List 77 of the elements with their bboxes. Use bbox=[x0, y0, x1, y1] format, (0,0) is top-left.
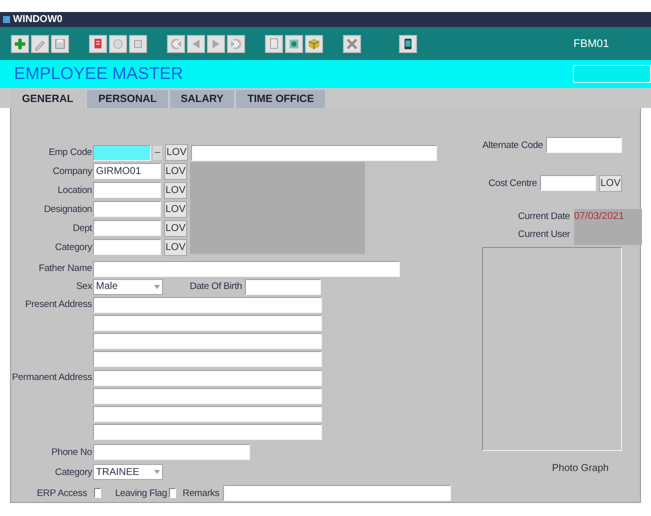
lov-button[interactable]: LOV bbox=[599, 174, 622, 192]
field-label: Dept bbox=[72, 222, 93, 234]
current-date: 07/03/2021 bbox=[574, 210, 624, 222]
tab[interactable]: PERSONAL bbox=[87, 90, 168, 108]
lov-button[interactable]: LOV bbox=[164, 238, 187, 256]
window-title: WINDOW0 bbox=[13, 14, 62, 25]
input-field[interactable] bbox=[93, 315, 322, 332]
lov-button[interactable]: LOV bbox=[165, 144, 188, 162]
field-label: Permanent Address bbox=[11, 372, 93, 384]
input-field[interactable] bbox=[223, 485, 452, 502]
lov-button[interactable]: LOV bbox=[164, 220, 187, 237]
field-label: Sex bbox=[75, 281, 93, 292]
input-field[interactable] bbox=[191, 144, 437, 161]
field-label: Current User bbox=[517, 228, 571, 240]
field-label: Remarks bbox=[182, 488, 220, 499]
field-label: ERP Access bbox=[36, 488, 88, 499]
tab[interactable]: TIME OFFICE bbox=[236, 90, 325, 108]
info-panel bbox=[574, 209, 642, 245]
separator: – bbox=[153, 146, 162, 160]
last-record-icon bbox=[229, 36, 243, 50]
page-icon bbox=[267, 36, 281, 50]
field-label: Designation bbox=[43, 204, 93, 215]
input-field[interactable] bbox=[93, 201, 161, 218]
field-label: Leaving Flag bbox=[114, 488, 168, 499]
input-field[interactable] bbox=[93, 388, 322, 404]
checkbox[interactable] bbox=[94, 488, 102, 498]
input-field[interactable] bbox=[546, 137, 622, 153]
input-field[interactable] bbox=[93, 220, 161, 236]
input-field[interactable] bbox=[93, 351, 322, 368]
field-label: Category bbox=[54, 466, 93, 478]
input-field[interactable] bbox=[93, 260, 400, 277]
caret-icon bbox=[154, 470, 160, 474]
field-label: Emp Code bbox=[48, 147, 93, 158]
lov-button[interactable]: LOV bbox=[164, 200, 187, 218]
first-record-icon bbox=[169, 36, 183, 50]
field-label: Location bbox=[56, 184, 93, 196]
input-field[interactable]: GIRMO01 bbox=[93, 163, 161, 180]
field-label: Phone No bbox=[50, 446, 93, 458]
dropdown[interactable]: Male bbox=[93, 278, 163, 295]
input-field[interactable] bbox=[540, 175, 596, 191]
input-field[interactable] bbox=[93, 370, 322, 386]
toolbar-button[interactable] bbox=[167, 34, 185, 52]
cube-icon bbox=[307, 36, 321, 50]
plus-icon bbox=[13, 36, 27, 50]
toolbar-button[interactable] bbox=[265, 34, 283, 52]
toolbar-button[interactable] bbox=[227, 34, 245, 52]
input-field[interactable] bbox=[93, 406, 322, 422]
toolbar-button[interactable] bbox=[399, 34, 417, 52]
input-field[interactable] bbox=[93, 333, 322, 350]
lov-button[interactable]: LOV bbox=[164, 182, 187, 199]
field-label: Category bbox=[54, 242, 93, 253]
field-label: Current Date bbox=[517, 210, 571, 222]
caret-icon bbox=[154, 284, 160, 289]
field-label: Present Address bbox=[24, 299, 93, 310]
checkbox[interactable] bbox=[168, 488, 176, 498]
form-code: FBM01 bbox=[574, 38, 609, 50]
window-icon bbox=[3, 16, 10, 23]
input-field[interactable] bbox=[93, 444, 250, 460]
input-field[interactable] bbox=[245, 278, 321, 295]
close-icon bbox=[345, 36, 359, 50]
input-field[interactable] bbox=[93, 182, 161, 198]
tab[interactable]: SALARY bbox=[170, 90, 234, 108]
field-label: Company bbox=[52, 166, 93, 177]
dropdown[interactable]: TRAINEE bbox=[93, 464, 163, 480]
photo-caption: Photo Graph bbox=[552, 462, 609, 474]
form-title: EMPLOYEE MASTER bbox=[14, 64, 184, 84]
emp-code-field[interactable] bbox=[93, 144, 151, 161]
field-label: Father Name bbox=[38, 263, 93, 274]
lov-button[interactable]: LOV bbox=[164, 162, 187, 180]
field-label: Cost Centre bbox=[488, 178, 538, 188]
input-field[interactable] bbox=[93, 424, 322, 440]
input-field[interactable] bbox=[93, 239, 161, 256]
toolbar-button[interactable] bbox=[51, 34, 69, 52]
field-label: Date Of Birth bbox=[188, 281, 243, 292]
field-label: Alternate Code bbox=[481, 140, 544, 150]
tab[interactable]: GENERAL bbox=[10, 90, 86, 108]
input-field[interactable] bbox=[93, 296, 322, 313]
